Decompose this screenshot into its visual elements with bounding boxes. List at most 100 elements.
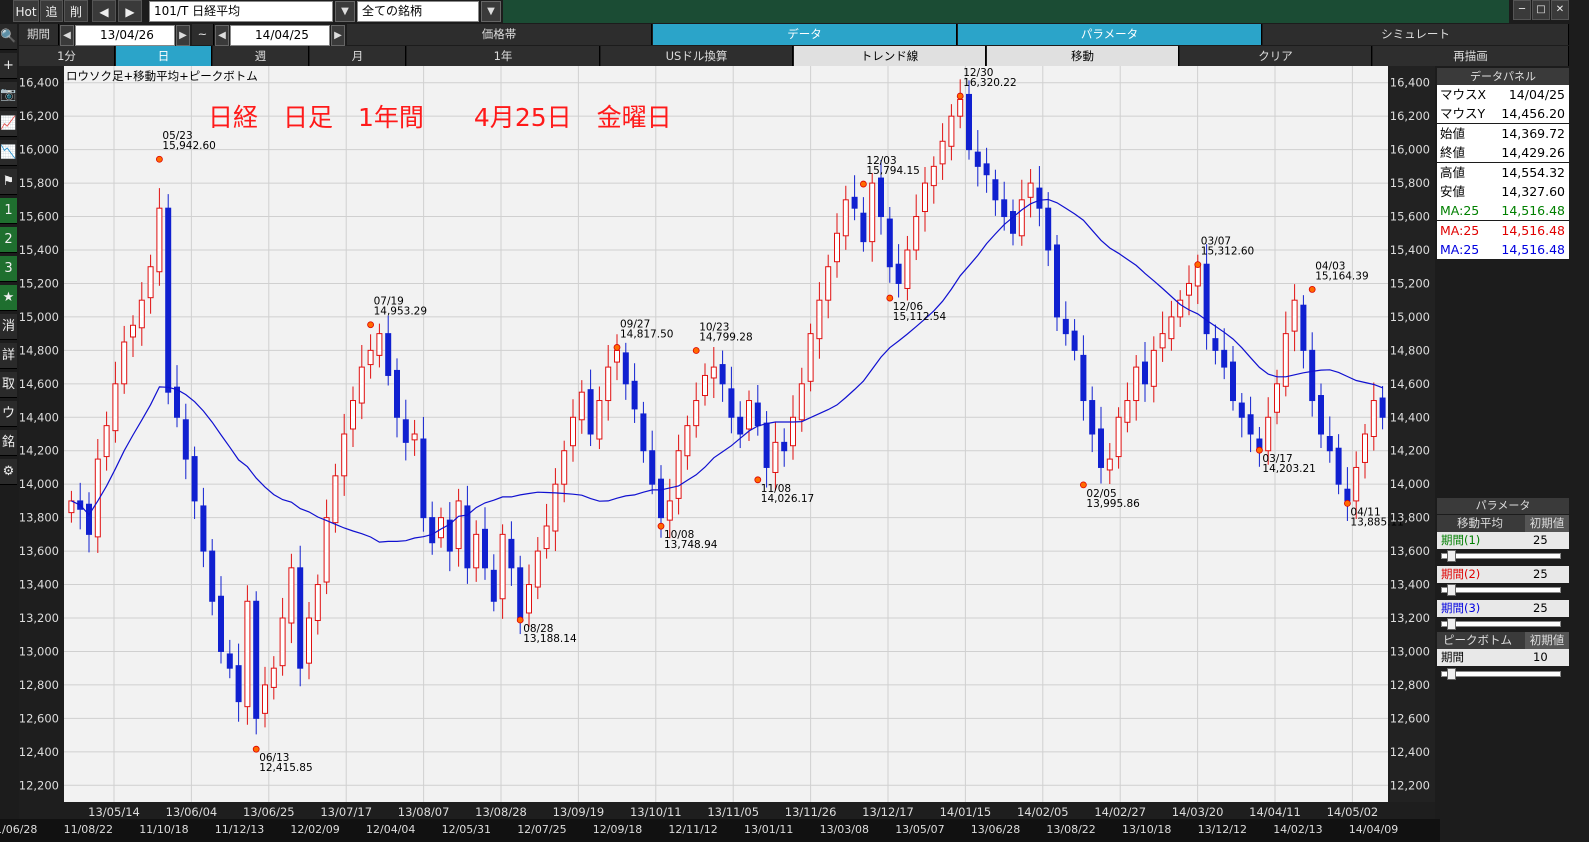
period3-knob[interactable] xyxy=(1447,618,1456,630)
simulate-button[interactable]: シミュレート xyxy=(1263,24,1569,45)
candle-body xyxy=(482,528,488,569)
move-button[interactable]: 移動 xyxy=(987,46,1179,66)
add-button[interactable]: 追 xyxy=(40,0,63,22)
crosshair-icon[interactable]: + xyxy=(0,53,17,79)
filter-dropdown-icon[interactable]: ▼ xyxy=(481,1,501,22)
maximize-button[interactable]: □ xyxy=(1532,0,1550,20)
overview-axis-label: 12/07/25 xyxy=(517,823,567,836)
trade-icon[interactable]: 取 xyxy=(0,372,17,398)
candle-body xyxy=(675,450,682,499)
candle-body xyxy=(341,433,348,477)
prev-symbol-button[interactable]: ◀ xyxy=(92,0,116,22)
next-symbol-button[interactable]: ▶ xyxy=(118,0,142,22)
interval-1min[interactable]: 1分 xyxy=(19,46,115,66)
candle-body xyxy=(490,569,497,602)
candle-body xyxy=(1291,299,1298,332)
interval-year[interactable]: 1年 xyxy=(407,46,600,66)
candle-body xyxy=(649,450,656,485)
interval-day[interactable]: 日 xyxy=(116,46,212,66)
x-tick-label: 14/02/27 xyxy=(1094,805,1146,819)
ma-init-button[interactable]: 初期値 xyxy=(1525,515,1569,532)
preset3-icon[interactable]: 3 xyxy=(0,256,17,282)
candle-body xyxy=(394,369,400,418)
candle-body xyxy=(561,450,568,485)
chart-up-icon[interactable]: 📈 xyxy=(0,111,17,137)
pb-period-knob[interactable] xyxy=(1447,668,1456,680)
symbol-dropdown-icon[interactable]: ▼ xyxy=(335,1,355,22)
period2-slider[interactable] xyxy=(1441,587,1561,593)
candle-body xyxy=(913,216,920,251)
parameter-button[interactable]: パラメータ xyxy=(958,24,1262,45)
candle-body xyxy=(798,383,805,421)
delete-button[interactable]: 削 xyxy=(64,0,88,22)
period1-knob[interactable] xyxy=(1447,550,1456,562)
overview-axis[interactable]: 11/06/28 11/08/22 11/10/18 11/12/13 12/02/09… xyxy=(0,819,1440,842)
period1-slider[interactable] xyxy=(1441,553,1561,559)
data-panel-row: MA:25 14,516.48 xyxy=(1437,201,1569,221)
chart-alt-icon[interactable]: 📉 xyxy=(0,140,17,166)
period-from-prev-icon[interactable]: ◀ xyxy=(60,25,74,46)
usd-convert-button[interactable]: USドル換算 xyxy=(601,46,793,66)
peakbottom-init-button[interactable]: 初期値 xyxy=(1525,632,1569,649)
candle-body xyxy=(737,416,744,435)
peak-marker xyxy=(956,92,964,100)
flag-icon[interactable]: ⚑ xyxy=(0,169,17,195)
pb-period-slider[interactable] xyxy=(1441,671,1561,677)
hot-button[interactable]: Hot xyxy=(13,0,39,22)
camera-icon[interactable]: 📷 xyxy=(0,82,17,108)
period1-value[interactable]: 25 xyxy=(1533,532,1548,549)
period2-knob[interactable] xyxy=(1447,584,1456,596)
window-icon[interactable]: ウ xyxy=(0,401,17,427)
peak-marker xyxy=(692,347,700,354)
candle-body xyxy=(130,324,136,338)
candle-body xyxy=(869,182,876,243)
candle-body xyxy=(1098,428,1104,468)
search-icon[interactable]: 🔍 xyxy=(0,24,17,50)
candle-body xyxy=(939,140,946,165)
erase-icon[interactable]: 消 xyxy=(0,314,17,340)
interval-month[interactable]: 月 xyxy=(310,46,406,66)
interval-week[interactable]: 週 xyxy=(213,46,309,66)
period-from-next-icon[interactable]: ▶ xyxy=(176,25,190,46)
y-tick-label-left: 12,800 xyxy=(19,678,59,692)
period-from-input[interactable]: 13/04/26 xyxy=(75,25,175,46)
candle-body xyxy=(350,400,356,430)
preset2-icon[interactable]: 2 xyxy=(0,227,17,253)
y-tick-label-right: 15,000 xyxy=(1390,310,1430,324)
candle-body xyxy=(138,299,145,329)
close-button[interactable]: ✕ xyxy=(1551,0,1569,20)
overview-axis-label: 14/04/09 xyxy=(1348,823,1399,836)
candle-body xyxy=(1080,354,1087,402)
candle-body xyxy=(1071,330,1078,351)
y-tick-label-left: 16,400 xyxy=(19,76,59,90)
candle-body xyxy=(1212,338,1219,351)
filter-select[interactable]: 全ての銘柄 xyxy=(357,1,479,22)
period2-value[interactable]: 25 xyxy=(1533,566,1548,583)
detail-icon[interactable]: 詳 xyxy=(0,343,17,369)
star-icon[interactable]: ★ xyxy=(0,285,17,311)
redraw-button[interactable]: 再描画 xyxy=(1373,46,1569,66)
symbol-icon[interactable]: 銘 xyxy=(0,430,17,456)
minimize-button[interactable]: ─ xyxy=(1513,0,1531,20)
candle-body xyxy=(728,388,735,418)
period3-slider[interactable] xyxy=(1441,621,1561,627)
period3-value[interactable]: 25 xyxy=(1533,600,1548,617)
pb-period-value[interactable]: 10 xyxy=(1533,649,1548,666)
symbol-select[interactable]: 101/T 日経平均 xyxy=(149,1,333,22)
price-band-button[interactable]: 価格帯 xyxy=(347,24,652,45)
peak-value-label: 15,312.60 xyxy=(1201,246,1254,258)
candle-body xyxy=(262,684,268,714)
x-tick-label: 13/11/26 xyxy=(785,805,837,819)
candle-body xyxy=(1150,349,1157,387)
candlestick-chart[interactable]: 05/2315,942.6006/1312,415.8507/1914,953.… xyxy=(19,66,1435,842)
period-to-input[interactable]: 14/04/25 xyxy=(230,25,330,46)
clear-button[interactable]: クリア xyxy=(1180,46,1372,66)
period-to-next-icon[interactable]: ▶ xyxy=(331,25,345,46)
period-to-prev-icon[interactable]: ◀ xyxy=(215,25,229,46)
data-button[interactable]: データ xyxy=(653,24,957,45)
preset1-icon[interactable]: 1 xyxy=(0,198,17,224)
trendline-button[interactable]: トレンド線 xyxy=(794,46,986,66)
candle-body xyxy=(596,400,603,440)
gear-icon[interactable]: ⚙ xyxy=(0,459,17,485)
y-tick-label-right: 13,200 xyxy=(1390,611,1430,625)
